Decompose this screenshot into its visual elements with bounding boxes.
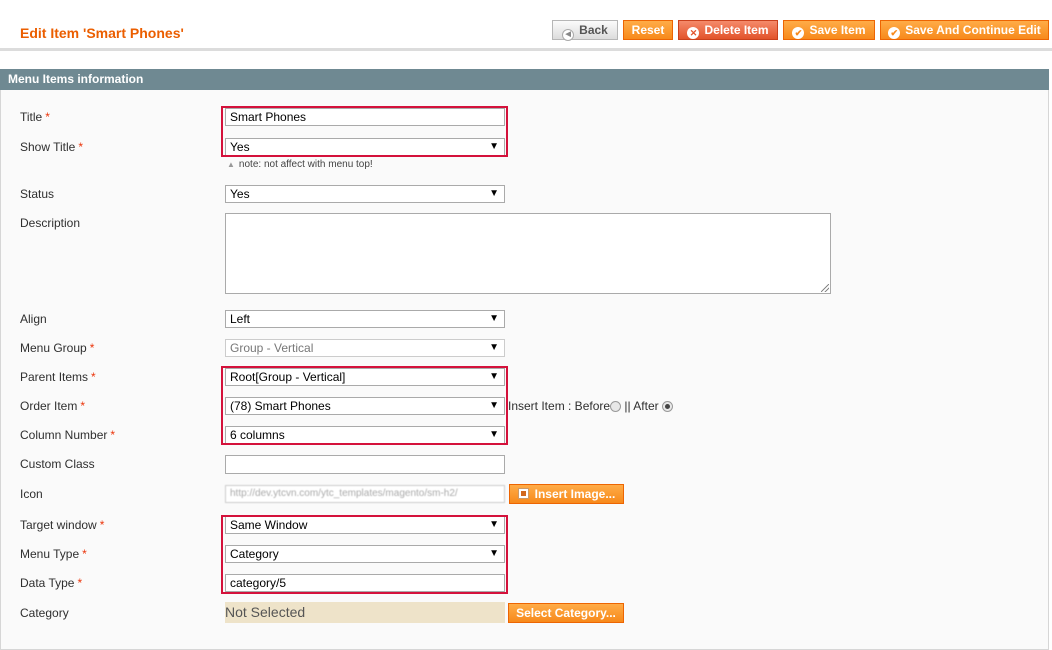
check-icon: ✔: [792, 27, 805, 39]
delete-button-label: Delete Item: [704, 23, 769, 37]
reset-button-label: Reset: [631, 23, 665, 37]
align-select[interactable]: Left ▼: [225, 310, 505, 328]
menu-group-label: Menu Group *: [20, 341, 95, 355]
menu-group-value: Group - Vertical: [230, 341, 314, 355]
category-value: Not Selected: [225, 602, 505, 623]
highlight-box-order: [221, 366, 508, 445]
status-value: Yes: [230, 187, 250, 201]
image-icon: [517, 488, 529, 499]
dropdown-arrow-icon: ▼: [489, 342, 499, 353]
dropdown-arrow-icon: ▼: [489, 313, 499, 324]
dropdown-arrow-icon: ▼: [489, 188, 499, 199]
insert-before-label: Insert Item : Before: [508, 399, 611, 413]
description-label: Description: [20, 216, 81, 230]
icon-label: Icon: [20, 487, 43, 501]
save-and-continue-button[interactable]: ✔ Save And Continue Edit: [880, 20, 1049, 40]
select-category-label: Select Category...: [516, 606, 616, 620]
save-button-label: Save Item: [809, 23, 866, 37]
section-header: Menu Items information: [0, 69, 1049, 90]
insert-separator: ||: [624, 399, 631, 413]
show-title-label: Show Title *: [20, 140, 84, 154]
insert-after-radio[interactable]: [661, 401, 673, 412]
save-item-button[interactable]: ✔ Save Item: [783, 20, 875, 40]
insert-position-group: Insert Item : Before || After: [508, 399, 673, 413]
check-icon: ✔: [888, 27, 901, 39]
target-window-label: Target window *: [20, 518, 105, 532]
icon-input[interactable]: http://dev.ytcvn.com/ytc_templates/magen…: [225, 485, 505, 503]
back-arrow-icon: ◀: [562, 29, 575, 41]
custom-class-input[interactable]: [225, 455, 505, 474]
back-button-label: Back: [579, 23, 608, 37]
order-item-label: Order Item *: [20, 399, 86, 413]
form-panel: [0, 90, 1049, 650]
title-label: Title *: [20, 110, 50, 124]
highlight-box-menu-type: [221, 515, 508, 594]
insert-after-label: After: [633, 399, 659, 413]
data-type-label: Data Type *: [20, 576, 83, 590]
insert-image-button[interactable]: Insert Image...: [509, 484, 624, 504]
back-button[interactable]: ◀ Back: [552, 20, 618, 41]
parent-items-label: Parent Items *: [20, 370, 96, 384]
delete-item-button[interactable]: ✕ Delete Item: [678, 20, 778, 40]
resize-grip-icon[interactable]: [821, 284, 829, 292]
insert-before-radio[interactable]: [610, 401, 622, 412]
align-label: Align: [20, 312, 47, 326]
reset-button[interactable]: Reset: [623, 20, 673, 40]
column-number-label: Column Number *: [20, 428, 116, 442]
description-textarea[interactable]: [225, 213, 831, 294]
insert-image-label: Insert Image...: [534, 487, 616, 501]
header-divider: [0, 48, 1052, 51]
menu-group-select[interactable]: Group - Vertical ▼: [225, 339, 505, 357]
delete-icon: ✕: [687, 27, 700, 39]
show-title-note: ▲ note: not affect with menu top!: [227, 159, 373, 170]
menu-type-label: Menu Type *: [20, 547, 87, 561]
highlight-box-title: [221, 106, 508, 157]
page-title: Edit Item 'Smart Phones': [20, 25, 184, 41]
category-label: Category: [20, 606, 69, 620]
status-select[interactable]: Yes ▼: [225, 185, 505, 203]
save-continue-button-label: Save And Continue Edit: [905, 23, 1041, 37]
note-triangle-icon: ▲: [227, 160, 235, 169]
status-label: Status: [20, 187, 55, 201]
select-category-button[interactable]: Select Category...: [508, 603, 624, 623]
custom-class-label: Custom Class: [20, 457, 95, 471]
align-value: Left: [230, 312, 251, 326]
